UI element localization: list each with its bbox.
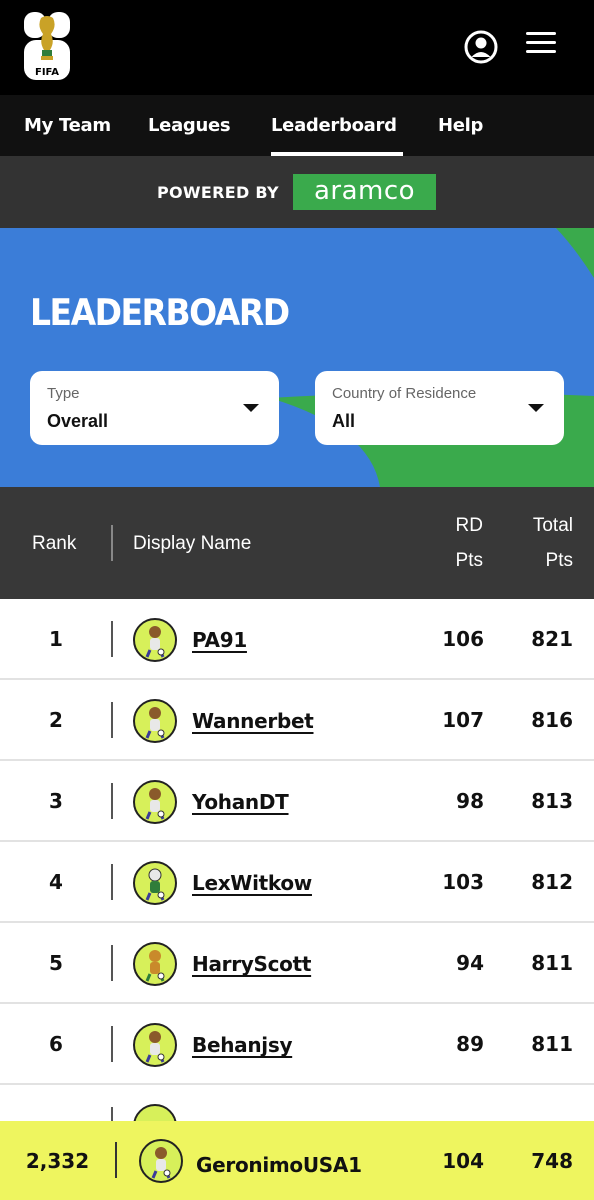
display-name-link[interactable]: Behanjsy — [192, 1033, 292, 1057]
total-pts-header-line2: Pts — [545, 550, 573, 571]
nav-item-leagues[interactable]: Leagues — [148, 115, 231, 136]
avatar — [133, 1023, 177, 1067]
avatar — [133, 780, 177, 824]
display-name-link[interactable]: PA91 — [192, 628, 247, 652]
mascot-icon — [145, 1031, 165, 1063]
leaderboard-hero: LEADERBOARD Type Overall Country of Resi… — [0, 228, 594, 487]
avatar — [139, 1139, 183, 1183]
avatar — [133, 861, 177, 905]
rank-cell: 1 — [49, 627, 63, 651]
table-row[interactable]: 4 LexWitkow 103 812 — [0, 842, 594, 923]
mascot-icon — [145, 707, 165, 739]
hero-decoration — [270, 228, 594, 487]
avatar — [133, 699, 177, 743]
divider — [115, 1142, 117, 1178]
mascot-icon — [145, 950, 165, 982]
total-pts-header-line1: Total — [532, 515, 573, 536]
my-rd-pts-cell: 104 — [442, 1149, 484, 1173]
menu-line — [526, 41, 556, 44]
divider — [111, 783, 113, 819]
divider — [111, 525, 113, 561]
divider — [111, 1026, 113, 1062]
type-select-value: Overall — [47, 411, 109, 431]
fifa-26-logo[interactable]: FIFA — [22, 12, 72, 82]
total-pts-cell: 821 — [531, 627, 573, 651]
rd-pts-cell: 98 — [456, 789, 484, 813]
display-name-link[interactable]: Wannerbet — [192, 709, 314, 733]
divider — [111, 945, 113, 981]
nav-item-help[interactable]: Help — [438, 115, 483, 136]
sponsor-bar: POWERED BY aramco — [0, 156, 594, 228]
country-select-value: All — [332, 411, 356, 431]
my-total-pts-cell: 748 — [531, 1149, 573, 1173]
aramco-logo: aramco — [293, 174, 436, 210]
current-user-row[interactable]: 2,332 GeronimoUSA1 104 748 — [0, 1121, 594, 1200]
chevron-down-icon — [528, 404, 544, 412]
divider — [111, 621, 113, 657]
total-pts-cell: 811 — [531, 1032, 573, 1056]
rank-cell: 5 — [49, 951, 63, 975]
page-title: LEADERBOARD — [30, 291, 290, 334]
country-select-label: Country of Residence — [332, 385, 477, 402]
type-select[interactable]: Type Overall — [30, 371, 279, 445]
table-row[interactable]: 3 YohanDT 98 813 — [0, 761, 594, 842]
total-pts-cell: 813 — [531, 789, 573, 813]
trophy-icon — [39, 16, 55, 60]
rd-pts-cell: 94 — [456, 951, 484, 975]
nav-item-my-team[interactable]: My Team — [24, 115, 111, 136]
total-pts-cell: 812 — [531, 870, 573, 894]
main-nav: My Team Leagues Leaderboard Help — [0, 95, 594, 156]
table-row[interactable]: 5 HarryScott 94 811 — [0, 923, 594, 1004]
mascot-icon — [145, 626, 165, 658]
table-row[interactable]: 6 Behanjsy 89 811 — [0, 1004, 594, 1085]
display-name-link[interactable]: LexWitkow — [192, 871, 312, 895]
avatar — [133, 942, 177, 986]
rd-pts-header-line1: RD — [455, 515, 483, 536]
menu-line — [526, 50, 556, 53]
rank-column-header: Rank — [32, 533, 77, 554]
top-bar: FIFA — [0, 0, 594, 95]
rank-cell: 2 — [49, 708, 63, 732]
rd-pts-header-line2: Pts — [455, 550, 483, 571]
mascot-icon — [151, 1147, 171, 1179]
rd-pts-cell: 107 — [442, 708, 484, 732]
rank-cell: 3 — [49, 789, 63, 813]
display-name-link[interactable]: HarryScott — [192, 952, 311, 976]
rd-pts-cell: 106 — [442, 627, 484, 651]
my-display-name: GeronimoUSA1 — [196, 1153, 362, 1177]
total-pts-cell: 811 — [531, 951, 573, 975]
total-pts-cell: 816 — [531, 708, 573, 732]
divider — [111, 702, 113, 738]
leaderboard-header: Rank Display Name RD Pts Total Pts — [0, 487, 594, 599]
mascot-icon — [145, 868, 165, 901]
avatar — [133, 618, 177, 662]
table-row[interactable]: 1 PA91 106 821 — [0, 599, 594, 680]
user-circle-icon[interactable] — [464, 30, 498, 64]
type-select-label: Type — [47, 385, 80, 402]
chevron-down-icon — [243, 404, 259, 412]
divider — [111, 864, 113, 900]
menu-line — [526, 32, 556, 35]
hamburger-menu-icon[interactable] — [526, 32, 556, 58]
logo-text: FIFA — [35, 67, 59, 78]
rank-cell: 6 — [49, 1032, 63, 1056]
my-rank-cell: 2,332 — [25, 1149, 90, 1173]
rd-pts-cell: 89 — [456, 1032, 484, 1056]
powered-by-text: POWERED BY — [157, 183, 279, 202]
rank-cell: 4 — [49, 870, 63, 894]
mascot-icon — [145, 788, 165, 820]
display-name-column-header: Display Name — [133, 533, 252, 554]
table-row[interactable]: 2 Wannerbet 107 816 — [0, 680, 594, 761]
rd-pts-cell: 103 — [442, 870, 484, 894]
country-select[interactable]: Country of Residence All — [315, 371, 564, 445]
display-name-link[interactable]: YohanDT — [192, 790, 289, 814]
nav-item-leaderboard[interactable]: Leaderboard — [271, 115, 397, 136]
